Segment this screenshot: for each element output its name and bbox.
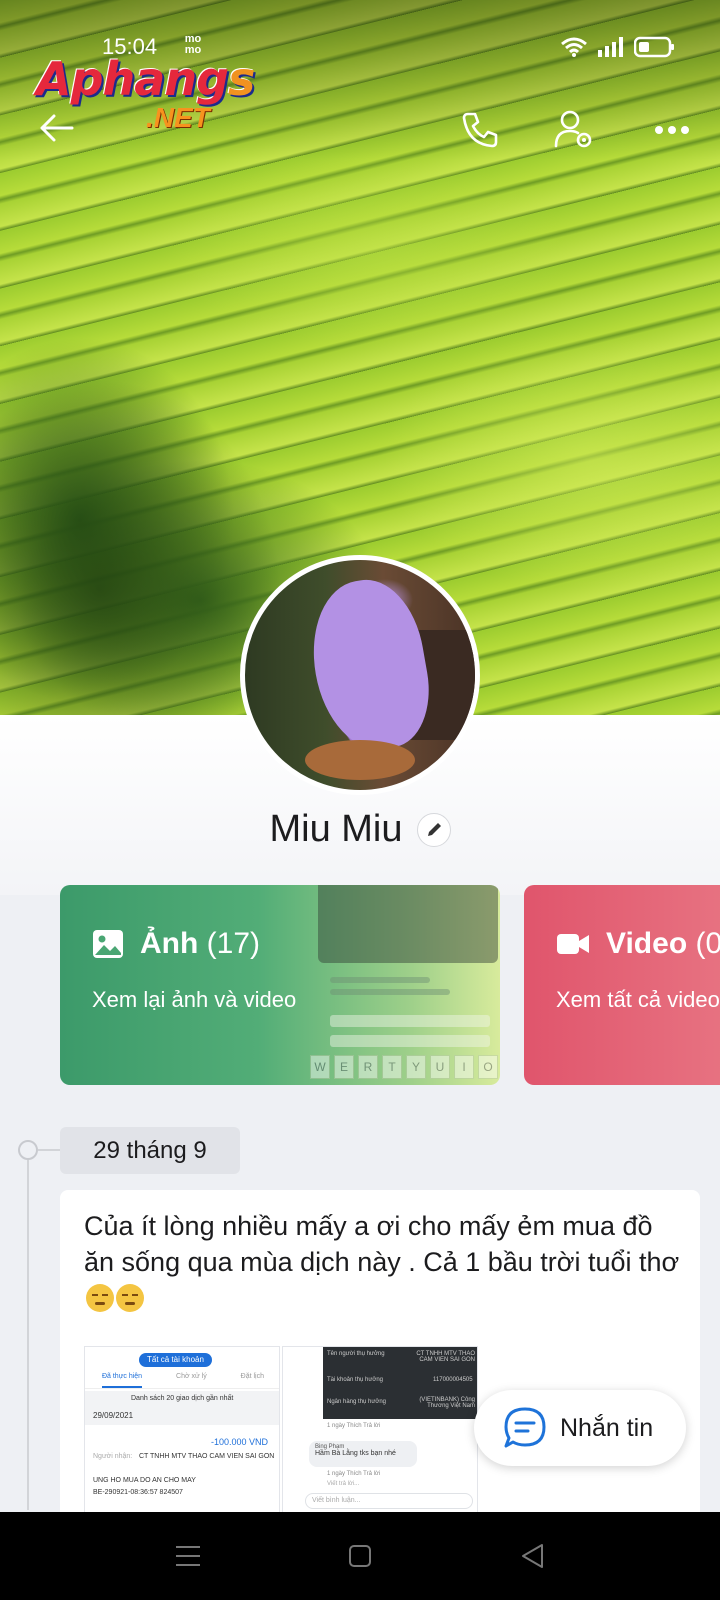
- timeline-dot: [18, 1140, 38, 1160]
- timeline-line: [27, 1140, 29, 1510]
- photos-count: (17): [206, 927, 261, 960]
- call-button[interactable]: [454, 104, 506, 156]
- video-card[interactable]: Video (0) Xem tất cả video: [524, 885, 720, 1085]
- account-filter-pill: Tất cả tài khoản: [139, 1353, 212, 1367]
- watermark-logo: Aphangs .NET: [36, 56, 255, 133]
- system-back-button[interactable]: [512, 1536, 552, 1576]
- timeline-post[interactable]: Của ít lòng nhiều mấy a ơi cho mấy ẻm mu…: [60, 1190, 700, 1520]
- video-title: Video: [606, 927, 688, 960]
- transaction-tabs: Đã thực hiện Chờ xử lý Đặt lịch: [85, 1373, 279, 1389]
- back-button[interactable]: [30, 102, 82, 154]
- photos-card-title: Ảnh (17): [92, 927, 260, 961]
- video-count: (0): [695, 927, 720, 960]
- back-triangle-icon: [522, 1544, 543, 1568]
- pencil-icon: [427, 822, 441, 836]
- photos-title: Ảnh: [140, 927, 199, 960]
- edit-name-button[interactable]: [416, 812, 451, 847]
- avatar-stool: [305, 740, 415, 780]
- battery-icon: [634, 36, 674, 58]
- photos-card-thumbnail: WERTYUIOP: [310, 885, 500, 1085]
- more-dots-icon: [655, 126, 689, 134]
- menu-lines-icon: [176, 1546, 200, 1566]
- message-button-label: Nhắn tin: [560, 1413, 654, 1442]
- cover-hill-light: [380, 330, 720, 590]
- transaction-header: Danh sách 20 giao dịch gần nhất 29/09/20…: [85, 1391, 279, 1425]
- video-subtitle: Xem tất cả video: [556, 987, 720, 1012]
- video-card-title: Video (0): [556, 927, 720, 961]
- recent-apps-button[interactable]: [168, 1536, 208, 1576]
- home-square-icon: [349, 1545, 371, 1567]
- transaction-amount: -100.000 VND: [211, 1437, 269, 1447]
- system-navigation-bar: [0, 1512, 720, 1600]
- video-camera-icon: [557, 934, 589, 954]
- profile-name-row: Miu Miu: [0, 808, 720, 851]
- transfer-details: Tên người thụ hưởng CT TNHH MTV THAO CAM…: [323, 1347, 477, 1419]
- timeline-date: 29 tháng 9: [60, 1127, 240, 1174]
- post-image-1[interactable]: Tất cả tài khoản Đã thực hiện Chờ xử lý …: [84, 1346, 280, 1520]
- home-button[interactable]: [340, 1536, 380, 1576]
- logo-text: Aphang: [36, 52, 229, 106]
- profile-settings-button[interactable]: [548, 104, 600, 156]
- keyboard-preview: WERTYUIOP: [310, 1055, 500, 1079]
- pensive-face-emoji: [86, 1284, 114, 1312]
- avatar-person: [301, 571, 439, 759]
- profile-name: Miu Miu: [269, 808, 403, 850]
- post-caption: Của ít lòng nhiều mấy a ơi cho mấy ẻm mu…: [84, 1211, 680, 1277]
- image-icon: [93, 930, 123, 958]
- photos-subtitle: Xem lại ảnh và video: [92, 987, 297, 1012]
- message-button[interactable]: Nhắn tin: [474, 1390, 686, 1466]
- more-button[interactable]: [646, 104, 698, 156]
- chat-bubble-icon: [504, 1407, 546, 1448]
- logo-suffix: .NET: [146, 102, 210, 133]
- post-text: Của ít lòng nhiều mấy a ơi cho mấy ẻm mu…: [84, 1208, 684, 1316]
- pensive-face-emoji: [116, 1284, 144, 1312]
- arrow-left-icon: [40, 114, 74, 142]
- avatar[interactable]: [240, 555, 480, 795]
- timeline-connector: [38, 1149, 60, 1151]
- user-settings-icon: [554, 110, 592, 148]
- comment-bubble: Bing Phạm Hầm Bà Lằng tks bạn nhé: [309, 1441, 417, 1467]
- post-image-2[interactable]: Tên người thụ hưởng CT TNHH MTV THAO CAM…: [282, 1346, 478, 1520]
- signal-icon: [598, 37, 623, 57]
- cover-hill-shadow: [0, 380, 280, 715]
- logo-text-s: s: [228, 52, 255, 106]
- wifi-icon: [561, 37, 587, 57]
- cover-hill-light-2: [160, 150, 580, 350]
- photos-card[interactable]: WERTYUIOP Ảnh (17) Xem lại ảnh và video: [60, 885, 500, 1085]
- comment-input-preview: Viết bình luận...: [305, 1493, 473, 1509]
- phone-icon: [462, 112, 498, 148]
